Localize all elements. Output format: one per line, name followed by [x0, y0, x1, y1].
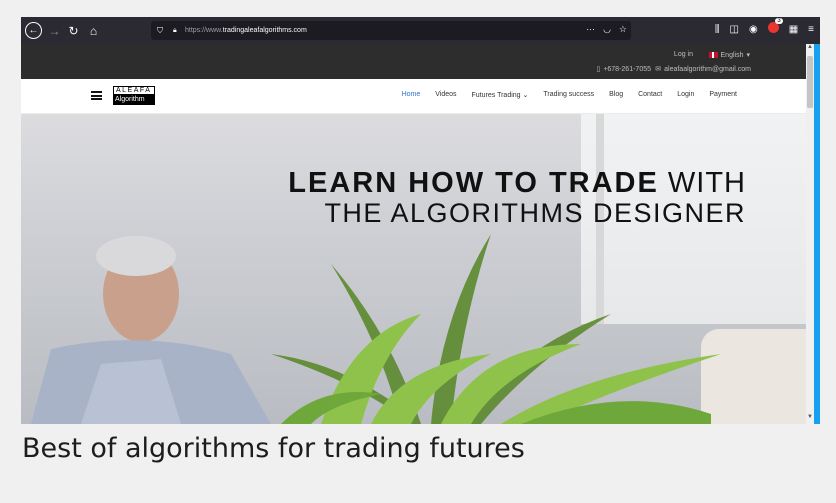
menu-icon[interactable]: ≡	[808, 24, 814, 35]
hero-line-1: LEARN HOW TO TRADE WITH	[288, 169, 746, 198]
site-logo[interactable]: ALEAFA Algorithm	[113, 86, 155, 106]
url-bar[interactable]: ⛉ 🔒︎ https://www.tradingaleafalgorithms.…	[151, 21, 631, 40]
site-topbar: Log in English ▾ ▯ +678-261-7055 ✉ aleaf…	[21, 44, 806, 79]
language-selector[interactable]: English ▾	[708, 51, 750, 59]
scrollbar-thumb[interactable]	[807, 56, 813, 108]
back-icon[interactable]: ←	[25, 22, 42, 39]
extension-icon[interactable]: 3	[767, 18, 783, 36]
browser-window: ← → ↻ ⌂ ⛉ 🔒︎ https://www.tradingaleafalg…	[21, 17, 820, 424]
logo-bottom-text: Algorithm	[113, 95, 155, 105]
hero-line-2: THE ALGORITHMS DESIGNER	[324, 198, 746, 228]
grid-icon[interactable]: ▦	[789, 24, 798, 35]
window-edge-highlight	[814, 44, 820, 424]
hero-plants-image	[271, 234, 721, 424]
screenshot-frame: ← → ↻ ⌂ ⛉ 🔒︎ https://www.tradingaleafalg…	[0, 0, 836, 503]
topbar-phone: ▯ +678-261-7055	[596, 65, 651, 74]
scroll-up-arrow-icon[interactable]: ▲	[806, 44, 814, 54]
url-scheme: https://www.	[185, 27, 223, 34]
hamburger-menu-icon[interactable]	[91, 91, 102, 100]
library-icon[interactable]: ⫼	[715, 24, 720, 35]
url-text[interactable]: https://www.tradingaleafalgorithms.com	[185, 27, 307, 34]
language-label: English	[720, 51, 744, 59]
uk-flag-icon	[708, 52, 718, 58]
hero-headline: LEARN HOW TO TRADE WITH THE ALGORITHMS D…	[288, 169, 746, 227]
menu-item-futures-trading[interactable]: Futures Trading ⌄	[472, 91, 529, 99]
main-menu: Home Videos Futures Trading ⌄ Trading su…	[402, 91, 737, 99]
logo-top-text: ALEAFA	[113, 86, 155, 95]
hero-line-1-light: WITH	[667, 167, 746, 199]
star-icon[interactable]: ☆	[619, 24, 627, 35]
menu-item-contact[interactable]: Contact	[638, 91, 662, 99]
site-navigation: ALEAFA Algorithm Home Videos Futures Tra…	[21, 79, 806, 114]
phone-icon: ▯	[596, 66, 601, 73]
phone-number: +678-261-7055	[603, 65, 651, 73]
url-host: tradingaleafalgorithms.com	[222, 27, 307, 34]
url-actions: ··· ◡ ☆	[586, 24, 627, 35]
reload-icon[interactable]: ↻	[65, 22, 82, 39]
menu-item-blog[interactable]: Blog	[609, 91, 623, 99]
mail-icon: ✉	[655, 66, 662, 73]
caption-text: Best of algorithms for trading futures	[22, 433, 525, 464]
menu-item-home[interactable]: Home	[402, 91, 421, 99]
pocket-icon[interactable]: ◡	[603, 24, 611, 35]
topbar-email[interactable]: ✉ aleafaalgorithm@gmail.com	[655, 65, 751, 74]
browser-toolbar: ← → ↻ ⌂ ⛉ 🔒︎ https://www.tradingaleafalg…	[21, 17, 820, 44]
hero-line-1-bold: LEARN HOW TO TRADE	[288, 167, 659, 199]
hero-banner: LEARN HOW TO TRADE WITH THE ALGORITHMS D…	[21, 114, 806, 424]
menu-item-login[interactable]: Login	[677, 91, 694, 99]
page-scrollbar[interactable]: ▲ ▼	[806, 44, 814, 424]
lock-icon[interactable]: 🔒︎	[173, 27, 181, 35]
notification-count: 3	[775, 18, 783, 24]
email-address: aleafaalgorithm@gmail.com	[664, 65, 751, 73]
more-icon[interactable]: ···	[586, 24, 595, 35]
chevron-down-icon: ▾	[746, 52, 750, 59]
toolbar-right: ⫼ ◫ ◉ 3 ▦ ≡	[715, 18, 814, 36]
menu-item-videos[interactable]: Videos	[435, 91, 456, 99]
forward-icon[interactable]: →	[46, 22, 63, 39]
sidebar-icon[interactable]: ◫	[730, 24, 739, 35]
menu-item-payment[interactable]: Payment	[709, 91, 737, 99]
shield-icon[interactable]: ⛉	[157, 26, 167, 36]
scroll-down-arrow-icon[interactable]: ▼	[806, 414, 814, 424]
home-icon[interactable]: ⌂	[85, 22, 102, 39]
topbar-login-link[interactable]: Log in	[674, 51, 693, 58]
menu-item-trading-success[interactable]: Trading success	[543, 91, 594, 99]
account-icon[interactable]: ◉	[749, 24, 758, 35]
